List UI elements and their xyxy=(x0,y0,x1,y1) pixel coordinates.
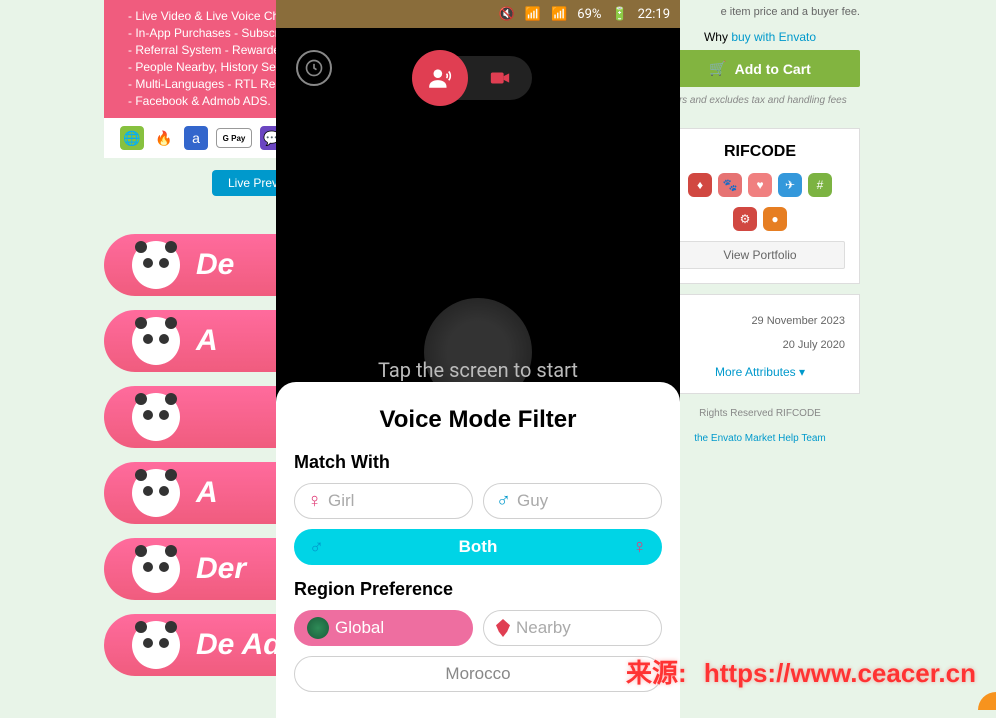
more-attributes-label: More Attributes xyxy=(715,365,796,379)
male-icon: ♂ xyxy=(496,490,511,513)
panda-icon xyxy=(132,393,180,441)
filter-girl-label: Girl xyxy=(328,491,354,511)
author-box: RIFCODE ♦ 🐾 ♥ ✈ # ⚙ ● View Portfolio xyxy=(660,128,860,284)
voice-mode-button[interactable] xyxy=(412,50,468,106)
badge-icon: ✈ xyxy=(778,173,802,197)
attributes-box: 29 November 2023 20 July 2020 More Attri… xyxy=(660,294,860,394)
female-icon: ♀ xyxy=(307,490,322,513)
add-to-cart-label: Add to Cart xyxy=(735,61,811,77)
filter-guy-label: Guy xyxy=(517,491,548,511)
signal-icon: 📶 xyxy=(551,7,567,22)
filter-guy-button[interactable]: ♂ Guy xyxy=(483,483,662,519)
region-global-label: Global xyxy=(335,618,384,638)
badge-icon: ♥ xyxy=(748,173,772,197)
copyright-text: Rights Reserved RIFCODE xyxy=(660,394,860,433)
panda-icon xyxy=(132,241,180,289)
panda-icon xyxy=(132,469,180,517)
region-heading: Region Preference xyxy=(294,579,662,600)
action-button-label: De xyxy=(196,248,234,282)
mode-toggle xyxy=(416,56,532,100)
gpay-icon: G Pay xyxy=(216,128,252,148)
badge-icon: ♦ xyxy=(688,173,712,197)
badge-icon: ⚙ xyxy=(733,207,757,231)
firebase-icon: 🔥 xyxy=(152,126,176,150)
history-icon[interactable] xyxy=(296,50,332,86)
globe-icon xyxy=(307,617,329,639)
view-portfolio-button[interactable]: View Portfolio xyxy=(675,241,845,269)
why-buy-prefix: Why xyxy=(704,30,731,44)
corner-decoration xyxy=(978,692,996,710)
filter-girl-button[interactable]: ♀ Girl xyxy=(294,483,473,519)
action-button-label: A xyxy=(196,324,218,358)
panda-icon xyxy=(132,545,180,593)
video-preview-area[interactable]: Tap the screen to start xyxy=(276,28,680,380)
female-icon: ♀ xyxy=(632,536,647,559)
badge-icon: # xyxy=(808,173,832,197)
attribute-created: 20 July 2020 xyxy=(675,333,845,357)
add-to-cart-button[interactable]: 🛒 Add to Cart xyxy=(660,50,860,87)
why-buy-link[interactable]: buy with Envato xyxy=(731,30,816,44)
video-mode-button[interactable] xyxy=(468,67,532,89)
battery-percent: 69% xyxy=(577,7,601,22)
voice-filter-sheet: Voice Mode Filter Match With ♀ Girl ♂ Gu… xyxy=(276,382,680,718)
region-nearby-label: Nearby xyxy=(516,618,571,638)
more-attributes-toggle[interactable]: More Attributes ▾ xyxy=(675,357,845,379)
badge-icon: ● xyxy=(763,207,787,231)
action-button-label: A xyxy=(196,476,218,510)
author-badges-row2: ⚙ ● xyxy=(675,207,845,231)
status-time: 22:19 xyxy=(638,7,670,22)
tax-note: ars and excludes tax and handling fees xyxy=(660,87,860,114)
filter-both-button[interactable]: ♂ Both ♀ xyxy=(294,529,662,565)
badge-icon: 🐾 xyxy=(718,173,742,197)
action-button-label: Der xyxy=(196,552,246,586)
author-name: RIFCODE xyxy=(675,143,845,161)
filter-both-label: Both xyxy=(459,537,498,557)
chevron-down-icon: ▾ xyxy=(799,365,805,379)
battery-icon: 🔋 xyxy=(611,7,627,22)
cart-icon: 🛒 xyxy=(709,60,726,77)
match-with-heading: Match With xyxy=(294,452,662,473)
author-badges: ♦ 🐾 ♥ ✈ # xyxy=(675,173,845,197)
why-buy-text: Why buy with Envato xyxy=(660,24,860,50)
wifi-icon: 📶 xyxy=(525,7,541,22)
male-icon: ♂ xyxy=(309,536,324,559)
panda-icon xyxy=(132,317,180,365)
panda-icon xyxy=(132,621,180,669)
sheet-title: Voice Mode Filter xyxy=(294,406,662,434)
region-nearby-button[interactable]: Nearby xyxy=(483,610,662,646)
watermark-url: https://www.ceacer.cn xyxy=(704,658,976,688)
pin-icon xyxy=(496,619,510,637)
region-country-button[interactable]: Morocco xyxy=(294,656,662,692)
attribute-last-update: 29 November 2023 xyxy=(675,309,845,333)
price-note: e item price and a buyer fee. xyxy=(660,0,860,24)
help-contact-link[interactable]: the Envato Market Help Team xyxy=(660,433,860,444)
api-icon: a xyxy=(184,126,208,150)
platform-icon: 🌐 xyxy=(120,126,144,150)
status-bar: 🔇 📶 📶 69% 🔋 22:19 xyxy=(276,0,680,28)
tap-to-start-text: Tap the screen to start xyxy=(276,358,680,382)
region-country-label: Morocco xyxy=(445,664,510,684)
mute-icon: 🔇 xyxy=(499,7,515,22)
region-global-button[interactable]: Global xyxy=(294,610,473,646)
